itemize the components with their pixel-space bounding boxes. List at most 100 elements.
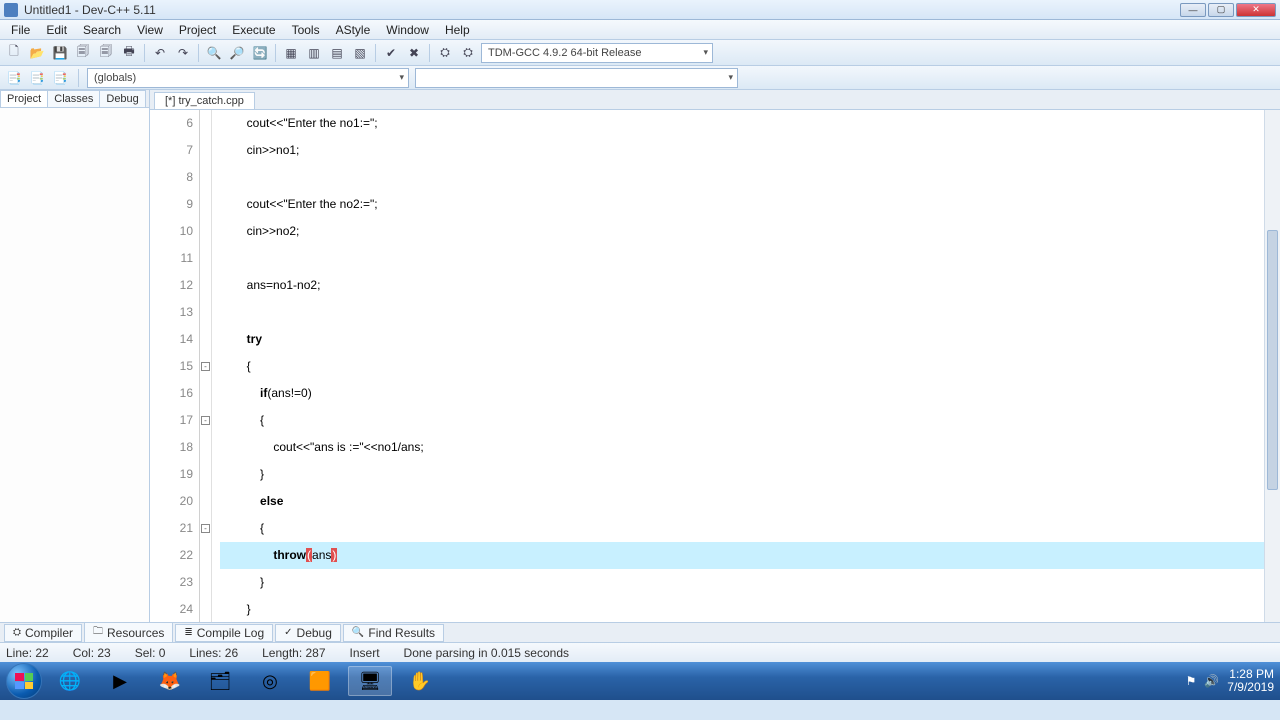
menu-astyle[interactable]: AStyle xyxy=(329,21,378,39)
tray-speaker-icon[interactable]: 🔊 xyxy=(1204,674,1219,688)
compiler-icon: ⛭ xyxy=(13,627,21,638)
left-tabs: ProjectClassesDebug xyxy=(0,90,149,108)
taskbar-media-icon[interactable]: ▶ xyxy=(98,666,142,696)
vertical-scrollbar[interactable] xyxy=(1264,110,1280,622)
find-results-icon: 🔍 xyxy=(352,627,364,638)
status-sel: Sel: 0 xyxy=(135,646,166,660)
taskbar-explorer-icon[interactable]: 🗂 xyxy=(198,666,242,696)
status-parse: Done parsing in 0.015 seconds xyxy=(404,646,569,660)
left-tab-classes[interactable]: Classes xyxy=(47,90,100,107)
toolbar-button[interactable]: ▤ xyxy=(327,43,347,63)
tray-flag-icon[interactable]: ⚑ xyxy=(1186,674,1197,688)
system-tray[interactable]: ⚑ 🔊 1:28 PM 7/9/2019 xyxy=(1186,668,1274,694)
toolbar-button[interactable]: ▧ xyxy=(350,43,370,63)
menu-execute[interactable]: Execute xyxy=(225,21,282,39)
separator xyxy=(198,44,199,62)
toolbar-button[interactable]: ✔ xyxy=(381,43,401,63)
toolbar-button[interactable]: 🔎 xyxy=(227,43,247,63)
tray-date: 7/9/2019 xyxy=(1227,681,1274,694)
toolbar-button[interactable]: 📑 xyxy=(4,68,24,88)
menubar: FileEditSearchViewProjectExecuteToolsASt… xyxy=(0,20,1280,40)
fold-toggle[interactable]: - xyxy=(201,362,210,371)
toolbar-button[interactable]: ⛭ xyxy=(435,43,455,63)
bottom-tab-compiler[interactable]: ⛭ Compiler xyxy=(4,624,82,642)
separator xyxy=(375,44,376,62)
code-content[interactable]: cout<<"Enter the no1:="; cin>>no1; cout<… xyxy=(212,110,1280,622)
bottom-tab-debug[interactable]: ✓Debug xyxy=(275,624,341,642)
compile-log-icon: ≣ xyxy=(184,627,192,638)
taskbar-firefox-icon[interactable]: 🦊 xyxy=(148,666,192,696)
left-tab-project[interactable]: Project xyxy=(0,90,48,107)
status-lines: Lines: 26 xyxy=(189,646,238,660)
status-mode: Insert xyxy=(350,646,380,660)
menu-help[interactable]: Help xyxy=(438,21,477,39)
project-tree[interactable] xyxy=(0,108,149,622)
taskbar[interactable]: 🌐 ▶ 🦊 🗂 ◎ 🟧 🖥 ✋ ⚑ 🔊 1:28 PM 7/9/2019 xyxy=(0,662,1280,700)
separator xyxy=(78,69,79,87)
menu-tools[interactable]: Tools xyxy=(285,21,327,39)
taskbar-other-icon[interactable]: ✋ xyxy=(398,666,442,696)
menu-project[interactable]: Project xyxy=(172,21,223,39)
minimize-button[interactable]: — xyxy=(1180,3,1206,17)
toolbar-button[interactable]: 🖶 xyxy=(119,43,139,63)
taskbar-chrome-icon[interactable]: ◎ xyxy=(248,666,292,696)
tray-clock[interactable]: 1:28 PM 7/9/2019 xyxy=(1227,668,1274,694)
line-gutter: 6789101112131415161718192021222324 xyxy=(150,110,200,622)
taskbar-app-icon[interactable]: 🟧 xyxy=(298,666,342,696)
statusbar: Line: 22 Col: 23 Sel: 0 Lines: 26 Length… xyxy=(0,642,1280,662)
menu-view[interactable]: View xyxy=(130,21,170,39)
toolbar-button[interactable]: 📑 xyxy=(50,68,70,88)
compiler-combo[interactable]: TDM-GCC 4.9.2 64-bit Release xyxy=(481,43,713,63)
toolbar-button[interactable]: 🔄 xyxy=(250,43,270,63)
bottom-tab-label: Compile Log xyxy=(197,626,264,640)
menu-file[interactable]: File xyxy=(4,21,37,39)
toolbar-button[interactable]: ↷ xyxy=(173,43,193,63)
toolbar-button[interactable]: ▦ xyxy=(281,43,301,63)
fold-gutter[interactable]: - - - xyxy=(200,110,212,622)
left-tab-debug[interactable]: Debug xyxy=(99,90,145,107)
secondary-toolbar: 📑📑📑 (globals) xyxy=(0,66,1280,90)
toolbar-button[interactable]: 📑 xyxy=(27,68,47,88)
toolbar-button[interactable]: 🗋 xyxy=(4,43,24,63)
bottom-tab-label: Resources xyxy=(107,626,164,640)
scrollbar-thumb[interactable] xyxy=(1267,230,1278,490)
left-panel: ProjectClassesDebug xyxy=(0,90,150,622)
toolbar-button[interactable]: 🔍 xyxy=(204,43,224,63)
status-col: Col: 23 xyxy=(73,646,111,660)
globals-combo[interactable]: (globals) xyxy=(87,68,409,88)
toolbar-button[interactable]: ▥ xyxy=(304,43,324,63)
bottom-tab-resources[interactable]: 🗀Resources xyxy=(84,622,173,643)
toolbar-button[interactable]: ↶ xyxy=(150,43,170,63)
separator xyxy=(429,44,430,62)
status-line: Line: 22 xyxy=(6,646,49,660)
toolbar-button[interactable]: ✖ xyxy=(404,43,424,63)
toolbar-button[interactable]: 🗐 xyxy=(73,43,93,63)
menu-edit[interactable]: Edit xyxy=(39,21,74,39)
menu-search[interactable]: Search xyxy=(76,21,128,39)
fold-toggle[interactable]: - xyxy=(201,524,210,533)
bottom-tab-label: Compiler xyxy=(25,626,73,640)
editor-zone: [*] try_catch.cpp 6789101112131415161718… xyxy=(150,90,1280,622)
separator xyxy=(144,44,145,62)
toolbar-button[interactable]: ⛭ xyxy=(458,43,478,63)
menu-window[interactable]: Window xyxy=(379,21,436,39)
start-button[interactable] xyxy=(6,663,42,699)
toolbar-button[interactable]: 💾 xyxy=(50,43,70,63)
code-editor[interactable]: 6789101112131415161718192021222324 - - - c… xyxy=(150,110,1280,622)
taskbar-ie-icon[interactable]: 🌐 xyxy=(48,666,92,696)
bottom-tab-compile-log[interactable]: ≣ Compile Log xyxy=(175,624,273,642)
bottom-tab-label: Find Results xyxy=(368,626,435,640)
workspace: ProjectClassesDebug [*] try_catch.cpp 67… xyxy=(0,90,1280,622)
window-title: Untitled1 - Dev-C++ 5.11 xyxy=(24,3,1180,17)
fold-toggle[interactable]: - xyxy=(201,416,210,425)
class-combo[interactable] xyxy=(415,68,738,88)
maximize-button[interactable]: ▢ xyxy=(1208,3,1234,17)
debug-icon: ✓ xyxy=(284,627,292,638)
bottom-tabs: ⛭ Compiler 🗀Resources ≣ Compile Log ✓Debug 🔍 Fi… xyxy=(0,622,1280,642)
file-tab[interactable]: [*] try_catch.cpp xyxy=(154,92,255,109)
close-button[interactable]: ✕ xyxy=(1236,3,1276,17)
toolbar-button[interactable]: 🗐 xyxy=(96,43,116,63)
taskbar-devcpp-icon[interactable]: 🖥 xyxy=(348,666,392,696)
bottom-tab-find-results[interactable]: 🔍 Find Results xyxy=(343,624,444,642)
toolbar-button[interactable]: 📂 xyxy=(27,43,47,63)
